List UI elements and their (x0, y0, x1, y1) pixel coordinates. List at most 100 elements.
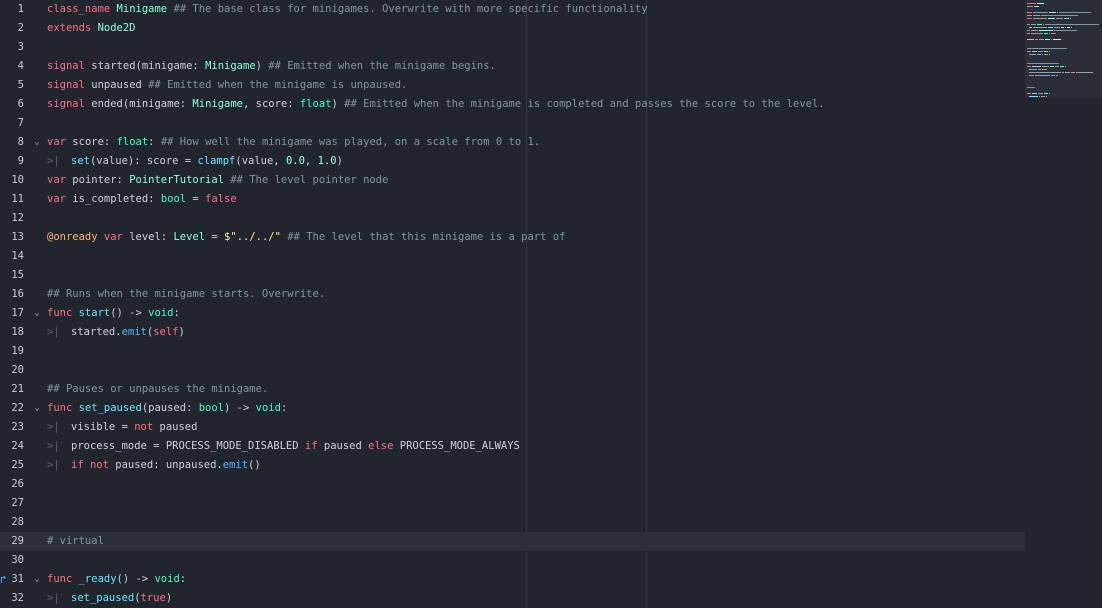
code-line[interactable]: 8 ⌄ var score: float: ## How well the mini… (0, 133, 1025, 152)
minimap-stroke (1045, 24, 1099, 25)
minimap-stroke (1051, 39, 1052, 40)
code-line[interactable]: 30 (0, 551, 1025, 570)
code-token: self (153, 326, 179, 338)
code-line[interactable]: 4 signal started(minigame: Minigame) ## E… (0, 57, 1025, 76)
code-line[interactable]: 26 (0, 475, 1025, 494)
code-token: paused (159, 421, 198, 433)
code-token: func (47, 402, 79, 414)
code-line[interactable]: 17 ⌄ func start() -> void: (0, 304, 1025, 323)
minimap[interactable] (1025, 0, 1102, 98)
code-line[interactable]: 9 >| set(value): score = clampf(value, 0.0… (0, 152, 1025, 171)
code-token: ) (165, 592, 173, 604)
code-token: ## Emitted when the minigame is complete… (344, 98, 825, 110)
code-line[interactable]: 23 >| visible = not paused (0, 418, 1025, 437)
code-token: var (47, 136, 73, 148)
code-token: class_name (47, 3, 117, 15)
minimap-stroke (1042, 66, 1049, 67)
chevron-down-icon[interactable]: ⌄ (32, 304, 42, 323)
code-token: bool (160, 193, 187, 205)
code-line[interactable]: 3 (0, 38, 1025, 57)
code-line[interactable]: 24 >| process_mode = PROCESS_MODE_DISABLED… (0, 437, 1025, 456)
code-token: is_completed: (72, 193, 161, 205)
code-token: , score: (243, 98, 300, 110)
code-token: paused: unpaused. (115, 459, 223, 471)
code-line[interactable]: 25 >| if not paused: unpaused.emit() (0, 456, 1025, 475)
code-line[interactable]: 19 (0, 342, 1025, 361)
code-token: ) (255, 60, 269, 72)
line-number: 1 (17, 3, 24, 15)
code-token: not (134, 421, 160, 433)
minimap-stroke (1039, 30, 1053, 31)
minimap-stroke (1056, 75, 1058, 76)
minimap-stroke (1061, 27, 1064, 28)
code-line[interactable]: 7 (0, 114, 1025, 133)
code-line[interactable]: 1 class_name Minigame ## The base class f… (0, 0, 1025, 19)
minimap-stroke (1033, 18, 1047, 19)
tab-indent-icon: >| (47, 592, 60, 604)
code-line[interactable]: 18 >| started.emit(self) (0, 323, 1025, 342)
minimap-stroke (1041, 15, 1078, 16)
minimap-stroke (1044, 93, 1048, 94)
line-number: 14 (11, 250, 24, 262)
chevron-down-icon[interactable]: ⌄ (32, 570, 42, 589)
line-number: 25 (11, 459, 24, 471)
code-token: score: (72, 136, 117, 148)
chevron-down-icon[interactable]: ⌄ (32, 399, 42, 418)
code-text: signal ended(minigame: Minigame, score: … (47, 95, 825, 114)
code-text: >| if not paused: unpaused.emit() (47, 456, 261, 475)
code-line[interactable]: 27 (0, 494, 1025, 513)
minimap-stroke (1049, 33, 1050, 34)
minimap-stroke (1038, 51, 1043, 52)
tab-indent-icon: >| (47, 421, 60, 433)
minimap-stroke (1031, 30, 1038, 31)
line-number: 22 (11, 402, 24, 414)
chevron-down-icon[interactable]: ⌄ (32, 133, 42, 152)
code-token: ## Emitted when the minigame begins. (268, 60, 496, 72)
code-token: var (47, 193, 73, 205)
code-text: var is_completed: bool = false (47, 190, 237, 209)
line-number: 23 (11, 421, 24, 433)
code-line[interactable]: 32 >| set_paused(true) (0, 589, 1025, 608)
minimap-stroke (1039, 96, 1040, 97)
minimap-stroke (1042, 54, 1043, 55)
code-token: PROCESS_MODE_ALWAYS (399, 440, 520, 452)
code-line[interactable]: 29 # virtual (0, 532, 1025, 551)
code-token: signal (47, 60, 92, 72)
minimap-stroke (1054, 27, 1060, 28)
code-line[interactable]: 14 (0, 247, 1025, 266)
code-editor[interactable]: 1 class_name Minigame ## The base class f… (0, 0, 1025, 608)
line-number: 21 (11, 383, 24, 395)
code-line[interactable]: 28 (0, 513, 1025, 532)
code-line[interactable]: 11 var is_completed: bool = false (0, 190, 1025, 209)
minimap-stroke (1057, 12, 1058, 13)
code-text: func set_paused(paused: bool) -> void: (47, 399, 287, 418)
minimap-stroke (1071, 72, 1075, 73)
code-text: extends Node2D (47, 19, 136, 38)
minimap-stroke (1051, 75, 1055, 76)
code-token: ended(minigame: (91, 98, 193, 110)
code-token: Level (173, 231, 206, 243)
code-line[interactable]: 5 signal unpaused ## Emitted when the min… (0, 76, 1025, 95)
code-line[interactable]: 6 signal ended(minigame: Minigame, score:… (0, 95, 1025, 114)
code-line[interactable]: 13 @onready var level: Level = $"../../" … (0, 228, 1025, 247)
minimap-stroke (1029, 96, 1038, 97)
code-line[interactable]: 2 extends Node2D (0, 19, 1025, 38)
minimap-stroke (1033, 12, 1048, 13)
line-number: 29 (11, 535, 24, 547)
minimap-stroke (1032, 51, 1037, 52)
code-line[interactable]: 12 (0, 209, 1025, 228)
code-line[interactable]: 15 (0, 266, 1025, 285)
code-line[interactable]: 20 (0, 361, 1025, 380)
minimap-stroke (1048, 18, 1055, 19)
minimap-stroke (1027, 48, 1067, 49)
code-token: ## Pauses or unpauses the minigame. (47, 383, 269, 395)
code-token: process_mode = PROCESS_MODE_DISABLED (71, 440, 305, 452)
code-token: void (148, 307, 174, 319)
code-line[interactable]: 21 ## Pauses or unpauses the minigame. (0, 380, 1025, 399)
code-line[interactable]: ↱ 31 ⌄ func _ready() -> void: (0, 570, 1025, 589)
code-line[interactable]: 10 var pointer: PointerTutorial ## The le… (0, 171, 1025, 190)
code-line[interactable]: 22 ⌄ func set_paused(paused: bool) -> void… (0, 399, 1025, 418)
code-token: ## The level pointer node (230, 174, 389, 186)
code-line[interactable]: 16 ## Runs when the minigame starts. Over… (0, 285, 1025, 304)
code-token: func (47, 307, 79, 319)
